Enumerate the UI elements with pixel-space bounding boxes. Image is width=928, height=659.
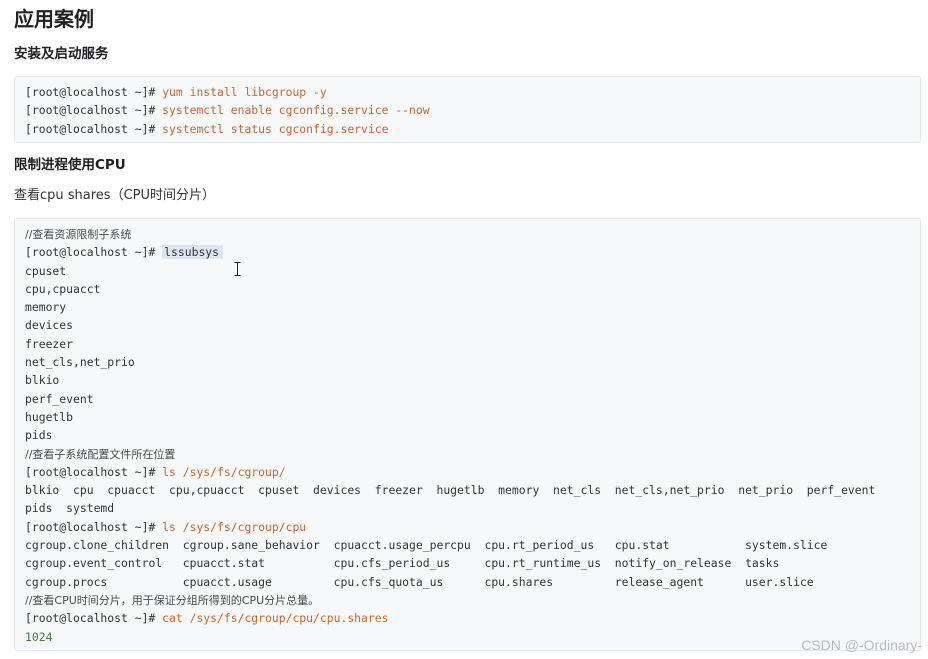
command-output: cpuset — [25, 263, 67, 278]
section-title-install: 安装及启动服务 — [14, 46, 109, 62]
shell-prompt: [root@localhost ~]# — [25, 103, 163, 118]
code-line: [root@localhost ~]# systemctl enable cgc… — [25, 101, 910, 119]
code-line: 1024 — [25, 628, 910, 646]
code-line: cgroup.event_control cpuacct.stat cpu.cf… — [25, 554, 910, 572]
command-output: pids — [25, 428, 53, 443]
shell-prompt: [root@localhost ~]# — [25, 519, 163, 534]
code-line: blkio — [25, 371, 910, 389]
code-line: [root@localhost ~]# cat /sys/fs/cgroup/c… — [25, 609, 910, 627]
code-comment: //查看资源限制子系统 — [25, 228, 132, 241]
command-output: cpu,cpuacct — [25, 281, 101, 296]
command-output: blkio — [25, 373, 60, 388]
command-output: memory — [25, 300, 67, 315]
section-subtitle-cpu-shares: 查看cpu shares（CPU时间分片） — [14, 188, 216, 203]
command-output: perf_event — [25, 391, 94, 406]
code-block-cpu[interactable]: //查看资源限制子系统 [root@localhost ~]# lssubsys c… — [14, 218, 921, 651]
code-line: cgroup.clone_children cgroup.sane_behavi… — [25, 536, 910, 554]
code-line: perf_event — [25, 390, 910, 408]
code-line: devices — [25, 316, 910, 334]
command-output: hugetlb — [25, 409, 74, 424]
shell-command: cat /sys/fs/cgroup/cpu/cpu.shares — [162, 611, 389, 626]
command-output: cgroup.procs cpuacct.usage cpu.cfs_quota… — [25, 574, 814, 589]
code-comment: //查看CPU时间分片，用于保证分组所得到的CPU分片总量。 — [25, 593, 320, 607]
shell-command: ls /sys/fs/cgroup/ — [162, 464, 286, 479]
code-line: cgroup.procs cpuacct.usage cpu.cfs_quota… — [25, 573, 910, 591]
code-line: //查看CPU时间分片，用于保证分组所得到的CPU分片总量。 — [25, 591, 910, 609]
shell-prompt: [root@localhost ~]# — [25, 245, 163, 260]
code-line: pids — [25, 426, 910, 444]
code-line: memory — [25, 298, 910, 316]
code-line: //查看资源限制子系统 — [25, 225, 910, 243]
text-cursor-icon — [234, 262, 241, 276]
selected-command: lssubsys — [162, 245, 224, 260]
shell-command: yum install libcgroup -y — [162, 85, 327, 99]
watermark: CSDN @-Ordinary- — [801, 637, 922, 653]
command-output: cgroup.event_control cpuacct.stat cpu.cf… — [25, 556, 780, 571]
page-heading: 应用案例 — [14, 7, 94, 31]
section-title-cpu-limit: 限制进程使用CPU — [14, 157, 126, 173]
command-output: devices — [25, 318, 74, 333]
shell-command: systemctl enable cgconfig.service --now — [162, 103, 430, 118]
code-line: [root@localhost ~]# ls /sys/fs/cgroup/cp… — [25, 518, 910, 536]
command-output: net_cls,net_prio — [25, 355, 135, 370]
command-output: 1024 — [25, 629, 53, 644]
code-line: pids systemd — [25, 499, 910, 517]
command-output: pids systemd — [25, 501, 115, 516]
shell-prompt: [root@localhost ~]# — [25, 464, 163, 479]
code-line: [root@localhost ~]# lssubsys — [25, 243, 910, 261]
shell-prompt: [root@localhost ~]# — [25, 121, 163, 136]
code-line: freezer — [25, 335, 910, 353]
code-line: cpuset — [25, 262, 910, 280]
code-line: [root@localhost ~]# systemctl status cgc… — [25, 120, 910, 138]
code-line: //查看子系统配置文件所在位置 — [25, 445, 910, 463]
code-line: net_cls,net_prio — [25, 353, 910, 371]
code-line: blkio cpu cpuacct cpu,cpuacct cpuset dev… — [25, 481, 910, 499]
command-output: freezer — [25, 336, 74, 351]
shell-prompt: [root@localhost ~]# — [25, 611, 163, 626]
shell-command: ls /sys/fs/cgroup/cpu — [162, 519, 307, 534]
code-line: [root@localhost ~]# ls /sys/fs/cgroup/ — [25, 463, 910, 481]
shell-command: systemctl status cgconfig.service — [162, 121, 389, 136]
code-line: hugetlb — [25, 408, 910, 426]
command-output: cgroup.clone_children cgroup.sane_behavi… — [25, 538, 828, 553]
code-comment: //查看子系统配置文件所在位置 — [25, 447, 176, 461]
shell-prompt: [root@localhost ~]# — [25, 85, 163, 99]
code-block-install[interactable]: [root@localhost ~]# yum install libcgrou… — [14, 76, 921, 143]
code-line: cpu,cpuacct — [25, 280, 910, 298]
command-output: blkio cpu cpuacct cpu,cpuacct cpuset dev… — [25, 483, 876, 498]
code-line: [root@localhost ~]# yum install libcgrou… — [25, 83, 910, 101]
